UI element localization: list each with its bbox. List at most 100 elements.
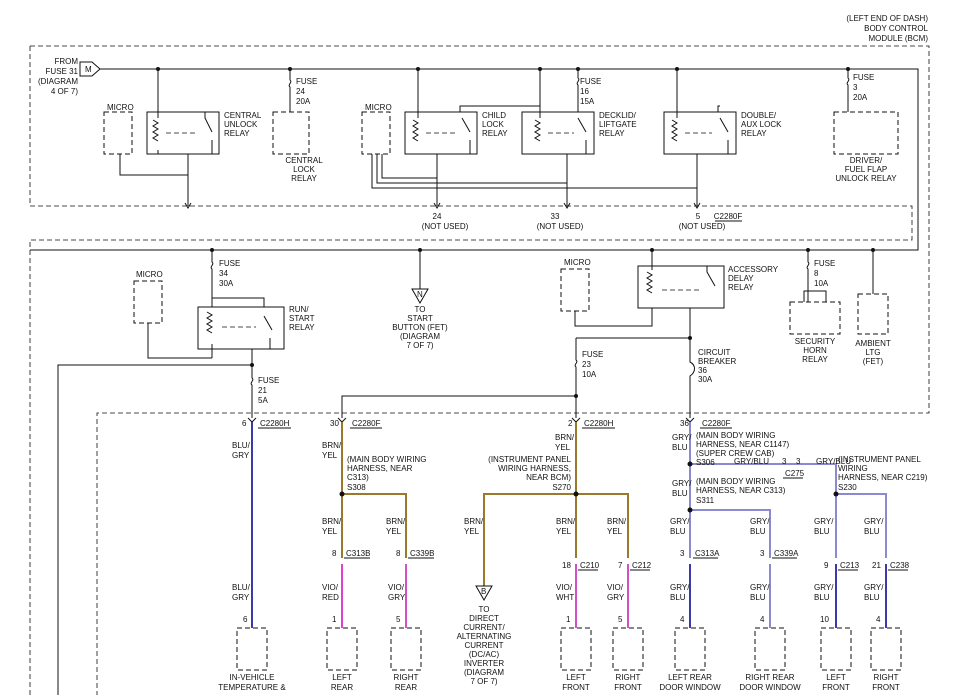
svg-text:6: 6 (242, 419, 247, 428)
svg-text:LEFT REAR: LEFT REAR (668, 673, 712, 682)
svg-text:YEL: YEL (464, 527, 480, 536)
micro-label-2: MICRO (365, 103, 392, 112)
svg-text:C212: C212 (632, 561, 652, 570)
svg-text:FUSE: FUSE (814, 259, 835, 268)
svg-text:HARNESS, NEAR C219): HARNESS, NEAR C219) (838, 473, 928, 482)
svg-text:AMBIENT: AMBIENT (855, 339, 891, 348)
svg-text:S306: S306 (696, 458, 715, 467)
svg-text:ACCESSORY: ACCESSORY (728, 265, 779, 274)
svg-text:S270: S270 (552, 483, 571, 492)
central-unlock-label: CENTRAL UNLOCK RELAY (224, 111, 262, 138)
svg-text:5: 5 (396, 615, 401, 624)
central-unlock-relay (146, 69, 220, 209)
ambient-box (857, 293, 889, 335)
svg-text:CENTRAL: CENTRAL (224, 111, 262, 120)
svg-text:BODY CONTROL: BODY CONTROL (864, 24, 928, 33)
svg-text:30A: 30A (698, 375, 713, 384)
svg-text:BLU: BLU (864, 527, 880, 536)
accessory-delay-relay (576, 250, 725, 339)
svg-text:30: 30 (330, 419, 339, 428)
svg-text:GRY/: GRY/ (750, 517, 770, 526)
double-aux-relay (663, 69, 737, 209)
svg-text:18: 18 (562, 561, 571, 570)
svg-text:MODULE (BCM): MODULE (BCM) (868, 34, 928, 43)
svg-text:RELAY: RELAY (291, 174, 317, 183)
svg-text:BLU: BLU (670, 593, 686, 602)
svg-text:BRN/: BRN/ (322, 517, 342, 526)
svg-text:FUSE: FUSE (296, 77, 317, 86)
svg-text:HARNESS, NEAR C1147): HARNESS, NEAR C1147) (696, 440, 790, 449)
security-horn-label: SECURITY HORN RELAY (795, 337, 836, 364)
svg-text:RELAY: RELAY (224, 129, 250, 138)
svg-text:(LEFT END OF DASH): (LEFT END OF DASH) (846, 14, 928, 23)
svg-text:RELAY: RELAY (599, 129, 625, 138)
svg-text:BLU: BLU (672, 443, 688, 452)
svg-text:24: 24 (296, 87, 305, 96)
fuse-23: FUSE 23 10A (574, 338, 603, 418)
svg-text:23: 23 (582, 360, 591, 369)
svg-text:DOOR WINDOW: DOOR WINDOW (659, 683, 721, 692)
svg-text:8: 8 (814, 269, 819, 278)
svg-text:15A: 15A (580, 97, 595, 106)
svg-text:GRY: GRY (232, 451, 250, 460)
svg-text:GRY/: GRY/ (814, 517, 834, 526)
micro-module-1 (103, 111, 133, 155)
svg-text:21: 21 (258, 386, 267, 395)
svg-text:GRY/: GRY/ (864, 517, 884, 526)
svg-text:RELAY: RELAY (741, 129, 767, 138)
svg-text:REAR: REAR (331, 683, 353, 692)
svg-text:20A: 20A (853, 93, 868, 102)
svg-text:START: START (289, 314, 315, 323)
svg-text:(INSTRUMENT PANEL: (INSTRUMENT PANEL (488, 455, 571, 464)
svg-text:HARNESS, NEAR: HARNESS, NEAR (347, 464, 413, 473)
svg-text:UNLOCK RELAY: UNLOCK RELAY (835, 174, 897, 183)
svg-text:2: 2 (568, 419, 573, 428)
lower-connectors: 8 C313B 8 C339B 18 C210 7 C212 3 C313A 3… (332, 549, 910, 570)
svg-text:GRY: GRY (388, 593, 406, 602)
svg-text:C2280H: C2280H (584, 419, 614, 428)
top-bus (30, 68, 919, 251)
child-lock-relay (404, 69, 540, 209)
svg-text:C210: C210 (580, 561, 600, 570)
svg-text:DOOR WINDOW: DOOR WINDOW (739, 683, 801, 692)
fuse23-to-30 (341, 395, 576, 418)
svg-text:GRY/: GRY/ (670, 583, 690, 592)
child-lock-label: CHILD LOCK RELAY (482, 111, 508, 138)
svg-text:RELAY: RELAY (802, 355, 828, 364)
svg-text:GRY/BLU: GRY/BLU (734, 457, 769, 466)
svg-text:WHT: WHT (556, 593, 574, 602)
accessory-delay-label: ACCESSORY DELAY RELAY (728, 265, 779, 292)
svg-text:FRONT: FRONT (822, 683, 850, 692)
svg-text:(NOT USED): (NOT USED) (422, 222, 469, 231)
svg-text:C213: C213 (840, 561, 860, 570)
svg-text:DIRECT: DIRECT (469, 614, 499, 623)
svg-text:7: 7 (618, 561, 623, 570)
svg-text:(FET): (FET) (863, 357, 884, 366)
svg-text:BLU: BLU (750, 593, 766, 602)
svg-text:C2280F: C2280F (352, 419, 381, 428)
svg-text:BRN/: BRN/ (322, 441, 342, 450)
svg-text:BLU/: BLU/ (232, 583, 251, 592)
svg-text:BLU: BLU (750, 527, 766, 536)
svg-text:FRONT: FRONT (614, 683, 642, 692)
svg-text:YEL: YEL (607, 527, 623, 536)
svg-text:10A: 10A (582, 370, 597, 379)
svg-text:10: 10 (820, 615, 829, 624)
svg-text:M: M (85, 65, 92, 74)
c2280-pins: 6 C2280H 30 C2280F 2 C2280H 36 C2280F (242, 419, 731, 428)
svg-text:LIFTGATE: LIFTGATE (599, 120, 637, 129)
svg-text:BLU: BLU (864, 593, 880, 602)
svg-text:REAR: REAR (395, 683, 417, 692)
micro-module-4 (560, 268, 590, 312)
fuse23-node (574, 394, 578, 398)
svg-text:LOCK: LOCK (293, 165, 315, 174)
svg-text:BRN/: BRN/ (555, 433, 575, 442)
svg-text:BLU: BLU (814, 527, 830, 536)
svg-text:(DIAGRAM: (DIAGRAM (38, 77, 78, 86)
svg-text:S230: S230 (838, 483, 857, 492)
svg-text:FROM: FROM (54, 57, 78, 66)
svg-text:S311: S311 (696, 496, 715, 505)
run-start-label: RUN/ START RELAY (289, 305, 315, 332)
svg-text:TO: TO (415, 305, 426, 314)
svg-text:BLU/: BLU/ (232, 441, 251, 450)
